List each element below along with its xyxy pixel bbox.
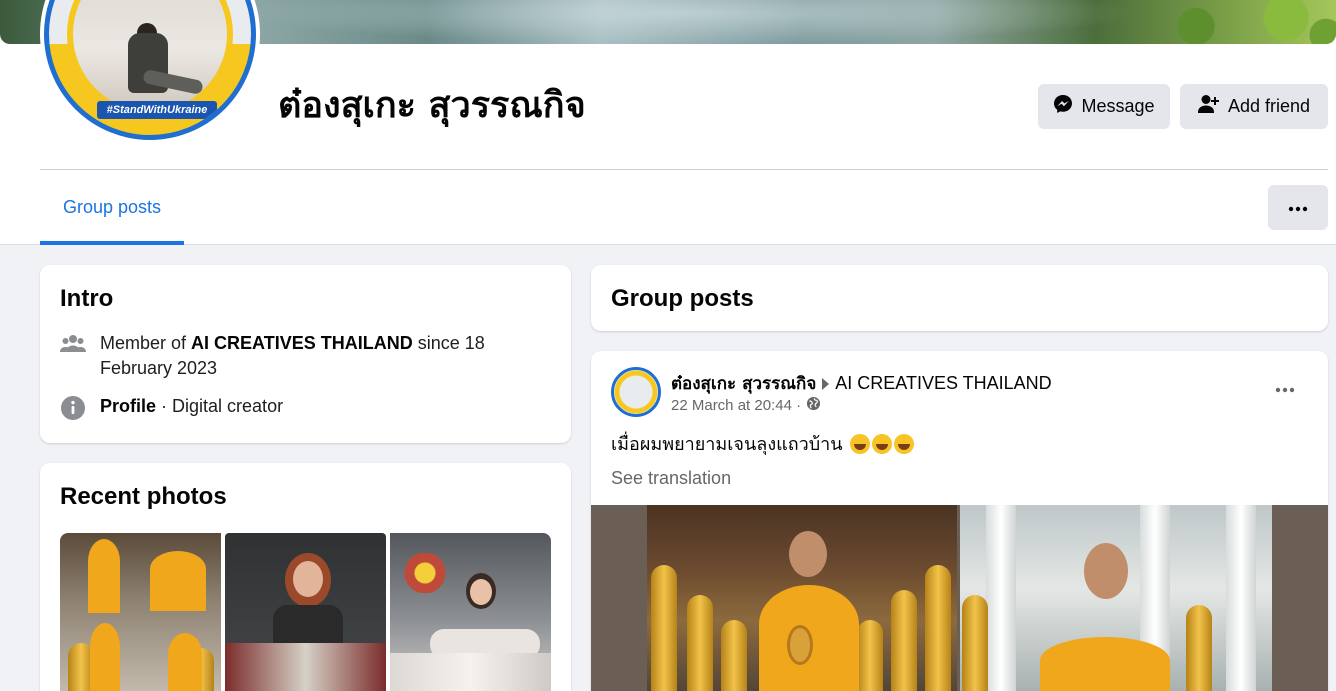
image-stupa bbox=[687, 595, 713, 691]
post-image-left bbox=[647, 505, 957, 691]
post-image[interactable] bbox=[591, 505, 1328, 691]
intro-membership-text: Member of AI CREATIVES THAILAND since 18… bbox=[100, 331, 530, 381]
info-icon bbox=[60, 394, 86, 420]
recent-photos-card: Recent photos bbox=[40, 463, 571, 691]
profile-avatar[interactable]: #StandWithUkraine bbox=[40, 0, 260, 144]
profile-header: #StandWithUkraine ต๋องสุเกะ สุวรรณกิจ Me… bbox=[0, 0, 1336, 245]
intro-profile-text: Profile · Digital creator bbox=[100, 394, 283, 420]
image-stupa bbox=[651, 565, 677, 691]
post-timestamp[interactable]: 22 March at 20:44 · bbox=[671, 397, 801, 414]
intro-title: Intro bbox=[60, 285, 114, 312]
group-posts-title: Group posts bbox=[611, 285, 754, 312]
member-prefix: Member of bbox=[100, 333, 187, 353]
photo-bedspread bbox=[225, 643, 386, 691]
photo-person-face bbox=[293, 561, 323, 597]
photo-flowers bbox=[400, 553, 450, 593]
recent-photo-3[interactable] bbox=[390, 533, 551, 691]
post-text: เมื่อผมพยายามเจนลุงแถวบ้าน bbox=[611, 429, 915, 458]
photo-monk bbox=[90, 623, 120, 691]
image-stupa bbox=[925, 565, 951, 691]
more-dots-icon bbox=[1275, 380, 1295, 398]
image-amulet bbox=[787, 625, 813, 665]
photo-monk bbox=[88, 539, 120, 613]
post-meta: 22 March at 20:44 · bbox=[671, 396, 821, 415]
laughing-emoji-icon bbox=[850, 434, 871, 454]
image-stupa bbox=[1186, 605, 1212, 691]
intro-membership: Member of AI CREATIVES THAILAND since 18… bbox=[60, 331, 530, 381]
messenger-icon bbox=[1053, 94, 1073, 119]
post-group-name[interactable]: AI CREATIVES THAILAND bbox=[835, 373, 1051, 394]
image-monk bbox=[1040, 637, 1170, 691]
cover-trees bbox=[1136, 0, 1336, 44]
globe-icon bbox=[806, 396, 821, 415]
post-image-right bbox=[960, 505, 1272, 691]
profile-category: · Digital creator bbox=[161, 396, 284, 416]
post-text-body: เมื่อผมพยายามเจนลุงแถวบ้าน bbox=[611, 434, 843, 455]
avatar-photo bbox=[67, 0, 233, 117]
image-stupa bbox=[721, 620, 747, 691]
arrow-right-icon bbox=[822, 377, 830, 390]
message-button[interactable]: Message bbox=[1038, 84, 1170, 129]
image-monk-head bbox=[1084, 543, 1128, 599]
image-monk-head bbox=[789, 531, 827, 577]
profile-label: Profile bbox=[100, 396, 157, 416]
laughing-emoji-icon bbox=[872, 434, 893, 454]
image-stupa bbox=[891, 590, 917, 691]
photo-monk bbox=[168, 633, 202, 691]
recent-photo-1[interactable] bbox=[60, 533, 221, 691]
add-friend-icon bbox=[1197, 94, 1220, 119]
profile-name[interactable]: ต๋องสุเกะ สุวรรณกิจ bbox=[278, 76, 586, 133]
tab-group-posts[interactable]: Group posts bbox=[40, 170, 184, 245]
post-author-name[interactable]: ต๋องสุเกะ สุวรรณกิจ bbox=[671, 370, 816, 397]
image-stupa bbox=[962, 595, 988, 691]
post-author-avatar[interactable] bbox=[611, 367, 661, 417]
post-card: ต๋องสุเกะ สุวรรณกิจ AI CREATIVES THAILAN… bbox=[591, 351, 1328, 691]
recent-photo-2[interactable] bbox=[225, 533, 386, 691]
see-translation-link[interactable]: See translation bbox=[611, 468, 731, 489]
recent-photos-title: Recent photos bbox=[60, 483, 227, 510]
intro-card: Intro Member of AI CREATIVES THAILAND si… bbox=[40, 265, 571, 443]
post-options-button[interactable] bbox=[1265, 375, 1305, 403]
photo-monk bbox=[150, 551, 206, 611]
group-link[interactable]: AI CREATIVES THAILAND bbox=[191, 333, 413, 353]
cover-mist bbox=[240, 0, 1140, 44]
photo-person-face bbox=[470, 579, 492, 605]
image-pillar bbox=[986, 505, 1016, 691]
intro-profile: Profile · Digital creator bbox=[60, 394, 530, 420]
header-divider bbox=[40, 169, 1328, 170]
laughing-emoji-icon bbox=[894, 434, 915, 454]
avatar-tag: #StandWithUkraine bbox=[97, 101, 217, 119]
profile-more-button[interactable] bbox=[1268, 185, 1328, 230]
photo-bed bbox=[390, 653, 551, 691]
add-friend-label: Add friend bbox=[1227, 96, 1311, 116]
post-header: ต๋องสุเกะ สุวรรณกิจ AI CREATIVES THAILAN… bbox=[671, 370, 1052, 397]
message-label: Message bbox=[1081, 96, 1155, 116]
group-posts-header-card: Group posts bbox=[591, 265, 1328, 331]
avatar-frame: #StandWithUkraine bbox=[44, 0, 256, 140]
group-members-icon bbox=[60, 331, 86, 381]
more-dots-icon bbox=[1288, 199, 1308, 217]
image-pillar bbox=[1226, 505, 1256, 691]
add-friend-button[interactable]: Add friend bbox=[1180, 84, 1328, 129]
image-stupa bbox=[857, 620, 883, 691]
